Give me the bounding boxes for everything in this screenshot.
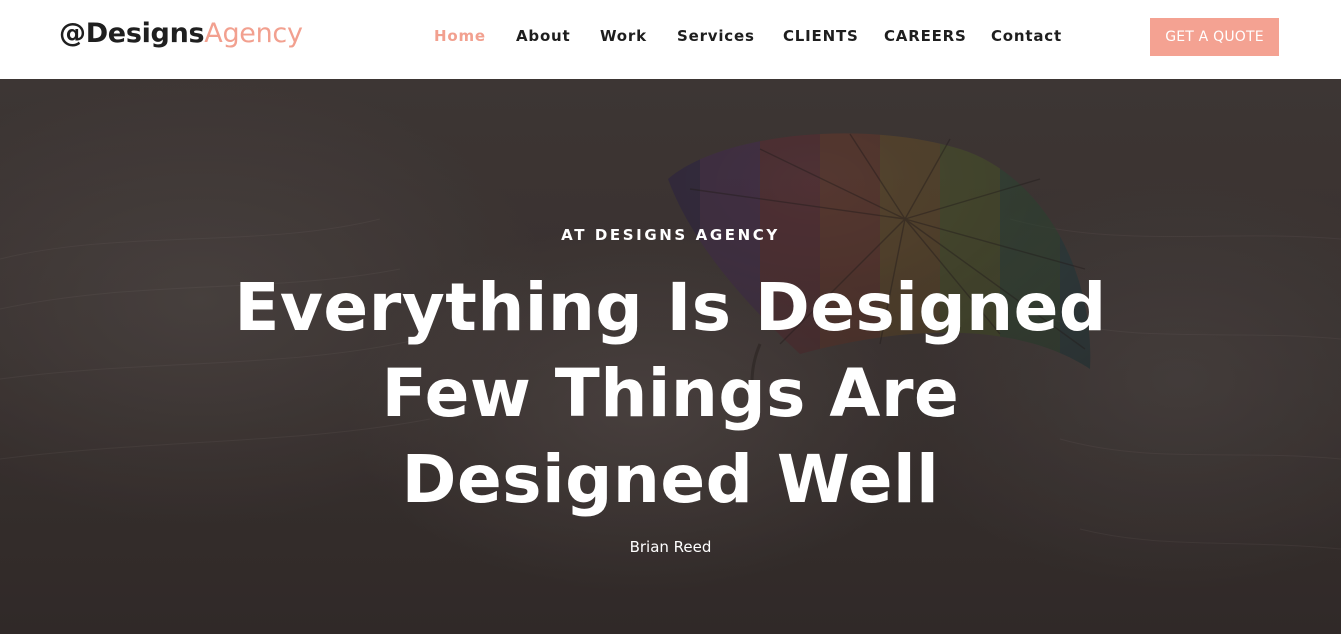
hero-headline: Everything Is Designed Few Things Are De… (0, 265, 1341, 523)
top-navbar: @DesignsAgency Home About Work Services … (0, 0, 1341, 79)
headline-line-3: Designed Well (401, 441, 940, 518)
get-a-quote-button[interactable]: GET A QUOTE (1150, 18, 1279, 56)
nav-link-work[interactable]: Work (600, 27, 647, 45)
headline-line-1: Everything Is Designed (234, 269, 1107, 346)
nav-link-contact[interactable]: Contact (991, 27, 1062, 45)
nav-link-clients[interactable]: CLIENTS (783, 27, 859, 45)
nav-link-home[interactable]: Home (434, 27, 486, 45)
hero-section: AT DESIGNS AGENCY Everything Is Designed… (0, 79, 1341, 634)
headline-line-2: Few Things Are (381, 355, 960, 432)
main-nav: Home About Work Services CLIENTS CAREERS… (0, 27, 1341, 49)
nav-link-careers[interactable]: CAREERS (884, 27, 967, 45)
nav-link-about[interactable]: About (516, 27, 571, 45)
nav-link-services[interactable]: Services (677, 27, 755, 45)
quote-author: Brian Reed (629, 538, 712, 556)
hero-eyebrow: AT DESIGNS AGENCY (561, 226, 780, 244)
